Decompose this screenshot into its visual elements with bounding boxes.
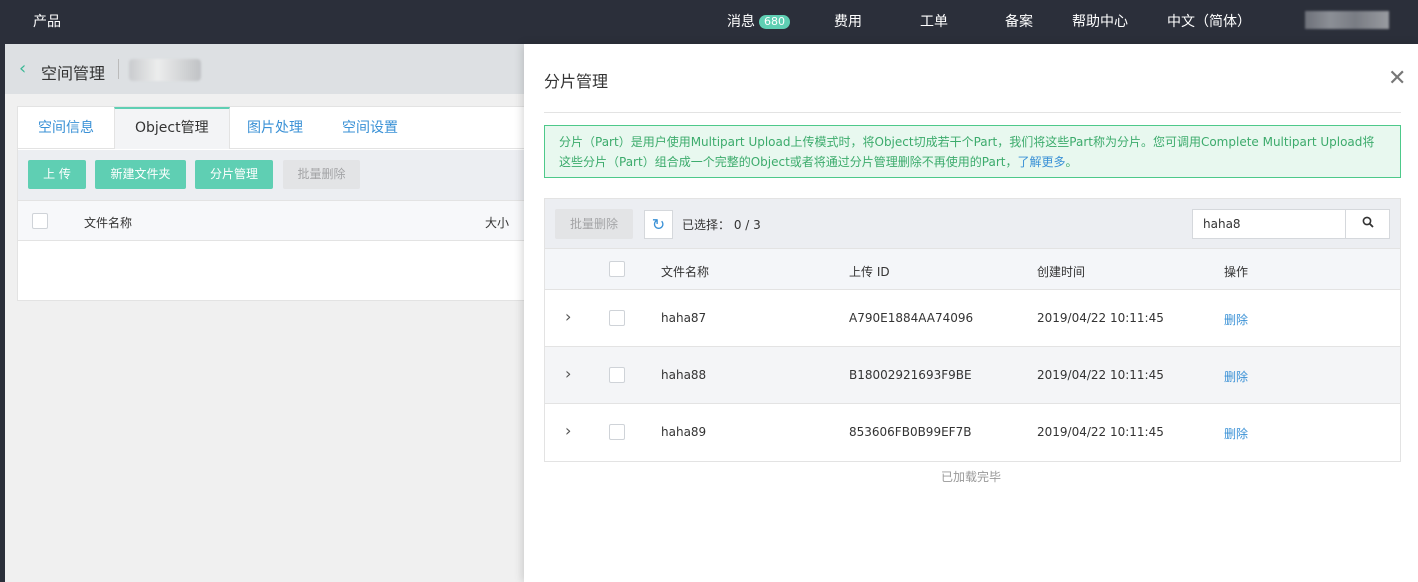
info-text: 分片（Part）是用户使用Multipart Upload上传模式时，将Obje… — [559, 135, 1375, 169]
expand-chevron-icon[interactable]: › — [565, 421, 571, 440]
column-created-time: 创建时间 — [1037, 265, 1086, 279]
parts-table-header: 文件名称 上传 ID 创建时间 操作 — [545, 249, 1400, 290]
part-manage-button[interactable]: 分片管理 — [195, 160, 273, 189]
column-action: 操作 — [1224, 265, 1249, 279]
drawer-divider — [544, 112, 1401, 113]
new-folder-button[interactable]: 新建文件夹 — [95, 160, 186, 189]
column-size: 大小 — [485, 216, 510, 230]
selection-count: 已选择： 0 / 3 — [682, 216, 761, 233]
row-delete-link[interactable]: 删除 — [1224, 368, 1248, 385]
nav-language[interactable]: 中文（简体） — [1167, 11, 1251, 31]
table-row: › haha89 853606FB0B99EF7B 2019/04/22 10:… — [545, 404, 1400, 461]
part-management-drawer: 分片管理 ✕ 分片（Part）是用户使用Multipart Upload上传模式… — [524, 44, 1418, 582]
messages-badge: 680 — [759, 15, 790, 29]
object-table-header: 文件名称 大小 — [18, 200, 524, 241]
nav-messages[interactable]: 消息 680 — [727, 11, 790, 31]
parts-table: 批量删除 ↻ 已选择： 0 / 3 文件名称 上传 ID 创建时间 操作 › h… — [544, 198, 1401, 462]
info-notice: 分片（Part）是用户使用Multipart Upload上传模式时，将Obje… — [544, 125, 1401, 178]
search-box — [1192, 209, 1390, 239]
select-all-checkbox[interactable] — [32, 213, 48, 229]
row-file-name: haha88 — [661, 368, 707, 382]
drawer-title: 分片管理 — [544, 72, 609, 91]
loaded-status: 已加载完毕 — [940, 470, 1001, 484]
select-all-parts-checkbox[interactable] — [609, 261, 625, 277]
row-created-time: 2019/04/22 10:11:45 — [1037, 368, 1164, 382]
batch-delete-button[interactable]: 批量删除 — [283, 160, 360, 189]
learn-more-link[interactable]: 了解更多 — [1017, 155, 1065, 169]
page-header: ‹ 空间管理 — [5, 44, 525, 94]
column-upload-id: 上传 ID — [849, 265, 890, 279]
upload-button[interactable]: 上 传 — [28, 160, 86, 189]
object-toolbar: 上 传 新建文件夹 分片管理 批量删除 — [18, 150, 524, 200]
tab-bar: 空间信息 Object管理 图片处理 空间设置 — [18, 107, 524, 149]
row-upload-id: A790E1884AA74096 — [849, 311, 974, 325]
refresh-icon[interactable]: ↻ — [644, 210, 673, 239]
top-nav: 产品 消息 680 费用 工单 备案 帮助中心 中文（简体） — [0, 0, 1418, 40]
nav-help-center[interactable]: 帮助中心 — [1072, 11, 1128, 31]
nav-products[interactable]: 产品 — [33, 11, 61, 31]
parts-toolbar: 批量删除 ↻ 已选择： 0 / 3 — [545, 199, 1400, 249]
back-chevron-icon[interactable]: ‹ — [19, 58, 26, 79]
parts-batch-delete-button[interactable]: 批量删除 — [555, 209, 633, 239]
row-created-time: 2019/04/22 10:11:45 — [1037, 425, 1164, 439]
tab-object-management[interactable]: Object管理 — [114, 107, 230, 149]
column-file-name: 文件名称 — [661, 265, 710, 279]
expand-chevron-icon[interactable]: › — [565, 307, 571, 326]
tab-space-settings[interactable]: 空间设置 — [322, 107, 418, 149]
tab-space-info[interactable]: 空间信息 — [18, 107, 114, 149]
bucket-name-blurred — [129, 59, 201, 81]
header-divider — [118, 59, 119, 79]
row-upload-id: 853606FB0B99EF7B — [849, 425, 972, 439]
row-upload-id: B18002921693F9BE — [849, 368, 972, 382]
row-delete-link[interactable]: 删除 — [1224, 425, 1248, 442]
row-checkbox[interactable] — [609, 424, 625, 440]
page-title: 空间管理 — [41, 64, 106, 83]
row-delete-link[interactable]: 删除 — [1224, 311, 1248, 328]
close-icon[interactable]: ✕ — [1388, 68, 1406, 90]
expand-chevron-icon[interactable]: › — [565, 364, 571, 383]
space-management-page: ‹ 空间管理 空间信息 Object管理 图片处理 空间设置 上 传 新建文件夹… — [5, 44, 525, 582]
selection-value: 0 / 3 — [733, 218, 761, 232]
object-panel: 空间信息 Object管理 图片处理 空间设置 上 传 新建文件夹 分片管理 批… — [17, 106, 525, 301]
search-icon — [1362, 216, 1374, 228]
user-account-blurred[interactable] — [1305, 11, 1389, 29]
row-file-name: haha89 — [661, 425, 707, 439]
nav-tickets[interactable]: 工单 — [920, 11, 948, 31]
table-row: › haha87 A790E1884AA74096 2019/04/22 10:… — [545, 290, 1400, 347]
tab-image-processing[interactable]: 图片处理 — [227, 107, 323, 149]
selection-label: 已选择： — [682, 218, 731, 232]
nav-filing[interactable]: 备案 — [1005, 11, 1033, 31]
search-input[interactable] — [1193, 210, 1345, 238]
nav-messages-label: 消息 — [727, 14, 755, 30]
info-text-end: 。 — [1065, 155, 1078, 169]
column-file-name: 文件名称 — [84, 216, 133, 230]
search-button[interactable] — [1345, 210, 1389, 238]
row-created-time: 2019/04/22 10:11:45 — [1037, 311, 1164, 325]
table-row: › haha88 B18002921693F9BE 2019/04/22 10:… — [545, 347, 1400, 404]
row-checkbox[interactable] — [609, 310, 625, 326]
row-file-name: haha87 — [661, 311, 707, 325]
row-checkbox[interactable] — [609, 367, 625, 383]
nav-billing[interactable]: 费用 — [834, 11, 862, 31]
